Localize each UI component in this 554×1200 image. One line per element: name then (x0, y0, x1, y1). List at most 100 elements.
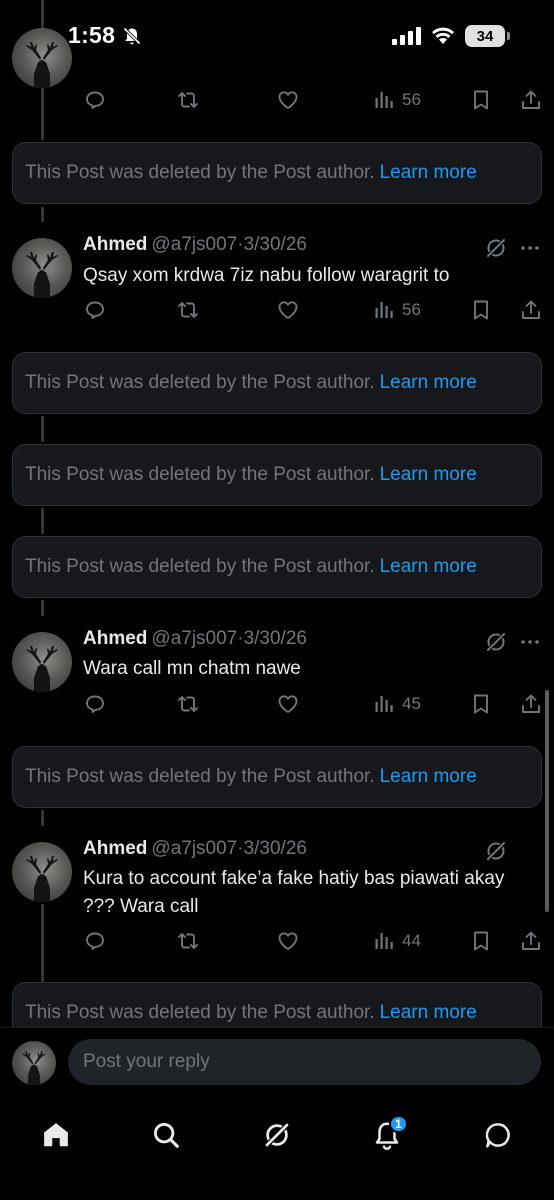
deleted-post-text: This Post was deleted by the Post author… (25, 556, 375, 577)
reply-button[interactable] (83, 295, 107, 325)
like-button[interactable] (276, 85, 300, 115)
reply-button[interactable] (83, 85, 107, 115)
avatar[interactable] (12, 238, 72, 298)
user-avatar[interactable] (12, 1041, 56, 1085)
notification-badge: 1 (389, 1115, 408, 1133)
nav-grok[interactable] (249, 1107, 305, 1163)
deleted-post-notice: This Post was deleted by the Post author… (12, 746, 542, 808)
like-button[interactable] (276, 689, 300, 719)
grok-icon[interactable] (484, 839, 508, 863)
author-name[interactable]: Ahmed (83, 838, 147, 859)
learn-more-link[interactable]: Learn more (380, 464, 477, 486)
grok-icon[interactable] (484, 630, 508, 654)
post-header: Ahmed @a7js007·3/30/26 (83, 628, 307, 650)
learn-more-link[interactable]: Learn more (380, 162, 477, 184)
author-handle[interactable]: @a7js007 (151, 838, 237, 859)
more-options-icon[interactable] (518, 630, 542, 654)
repost-icon (176, 692, 200, 716)
post-actions: 56 (0, 85, 554, 115)
post-text: Kura to account fake’a fake hatiy bas pi… (83, 868, 505, 917)
repost-button[interactable] (176, 295, 200, 325)
views-count: 45 (402, 694, 421, 713)
post-text: Qsay xom krdwa 7iz nabu follow waragrit … (83, 265, 450, 286)
heart-icon (276, 692, 300, 716)
repost-icon (176, 88, 200, 112)
deleted-post-notice: This Post was deleted by the Post author… (12, 536, 542, 598)
author-handle[interactable]: @a7js007 (151, 234, 237, 255)
learn-more-link[interactable]: Learn more (380, 766, 477, 788)
reply-button[interactable] (83, 689, 107, 719)
deleted-post-text: This Post was deleted by the Post author… (25, 372, 375, 393)
post-actions: 44 (0, 926, 554, 956)
like-button[interactable] (276, 926, 300, 956)
deleted-post-text: This Post was deleted by the Post author… (25, 1002, 375, 1023)
share-icon (519, 298, 543, 322)
repost-button[interactable] (176, 926, 200, 956)
grok-icon[interactable] (484, 236, 508, 260)
post-date: 3/30/26 (243, 234, 307, 255)
post-header: Ahmed @a7js007·3/30/26 (83, 234, 307, 256)
bookmark-button[interactable] (469, 689, 493, 719)
repost-button[interactable] (176, 85, 200, 115)
share-button[interactable] (519, 295, 543, 325)
views-button[interactable]: 56 (372, 295, 421, 325)
deleted-post-text: This Post was deleted by the Post author… (25, 162, 375, 183)
share-icon (519, 88, 543, 112)
thread-line (41, 416, 44, 442)
learn-more-link[interactable]: Learn more (380, 372, 477, 394)
reply-composer (0, 1027, 554, 1095)
thread-line (41, 508, 44, 534)
views-icon (372, 88, 396, 112)
share-button[interactable] (519, 85, 543, 115)
bookmark-button[interactable] (469, 295, 493, 325)
thread-line (41, 600, 44, 616)
post-actions: 45 (0, 689, 554, 719)
scrollbar[interactable] (545, 690, 549, 912)
views-button[interactable]: 56 (372, 85, 421, 115)
reply-button[interactable] (83, 926, 107, 956)
avatar[interactable] (12, 842, 72, 902)
nav-messages[interactable] (470, 1107, 526, 1163)
bookmark-icon (469, 692, 493, 716)
bookmark-button[interactable] (469, 926, 493, 956)
reply-icon (83, 929, 107, 953)
grok-icon (263, 1121, 291, 1149)
share-button[interactable] (519, 689, 543, 719)
deleted-post-text: This Post was deleted by the Post author… (25, 766, 375, 787)
share-button[interactable] (519, 926, 543, 956)
repost-icon (176, 929, 200, 953)
avatar[interactable] (12, 28, 72, 88)
learn-more-link[interactable]: Learn more (380, 1002, 477, 1024)
learn-more-link[interactable]: Learn more (380, 556, 477, 578)
heart-icon (276, 929, 300, 953)
reply-input[interactable] (68, 1039, 541, 1085)
share-icon (519, 929, 543, 953)
repost-icon (176, 298, 200, 322)
post-date: 3/30/26 (243, 838, 307, 859)
avatar[interactable] (12, 632, 72, 692)
bottom-navigation: 1 (0, 1095, 554, 1200)
share-icon (519, 692, 543, 716)
messages-icon (485, 1123, 510, 1148)
views-count: 56 (402, 90, 421, 109)
author-name[interactable]: Ahmed (83, 628, 147, 649)
deleted-post-notice: This Post was deleted by the Post author… (12, 982, 542, 1027)
author-name[interactable]: Ahmed (83, 234, 147, 255)
author-handle[interactable]: @a7js007 (151, 628, 237, 649)
home-icon (44, 1123, 68, 1147)
more-options-icon[interactable] (518, 236, 542, 260)
views-count: 56 (402, 300, 421, 319)
views-icon (372, 929, 396, 953)
views-icon (372, 692, 396, 716)
repost-button[interactable] (176, 689, 200, 719)
bookmark-icon (469, 929, 493, 953)
views-button[interactable]: 45 (372, 689, 421, 719)
deleted-post-notice: This Post was deleted by the Post author… (12, 444, 542, 506)
thread-feed[interactable]: 56 This Post was deleted by the Post aut… (0, 0, 554, 1027)
bookmark-button[interactable] (469, 85, 493, 115)
views-button[interactable]: 44 (372, 926, 421, 956)
nav-search[interactable] (138, 1107, 194, 1163)
nav-notifications[interactable]: 1 (359, 1107, 415, 1163)
like-button[interactable] (276, 295, 300, 325)
nav-home[interactable] (28, 1107, 84, 1163)
